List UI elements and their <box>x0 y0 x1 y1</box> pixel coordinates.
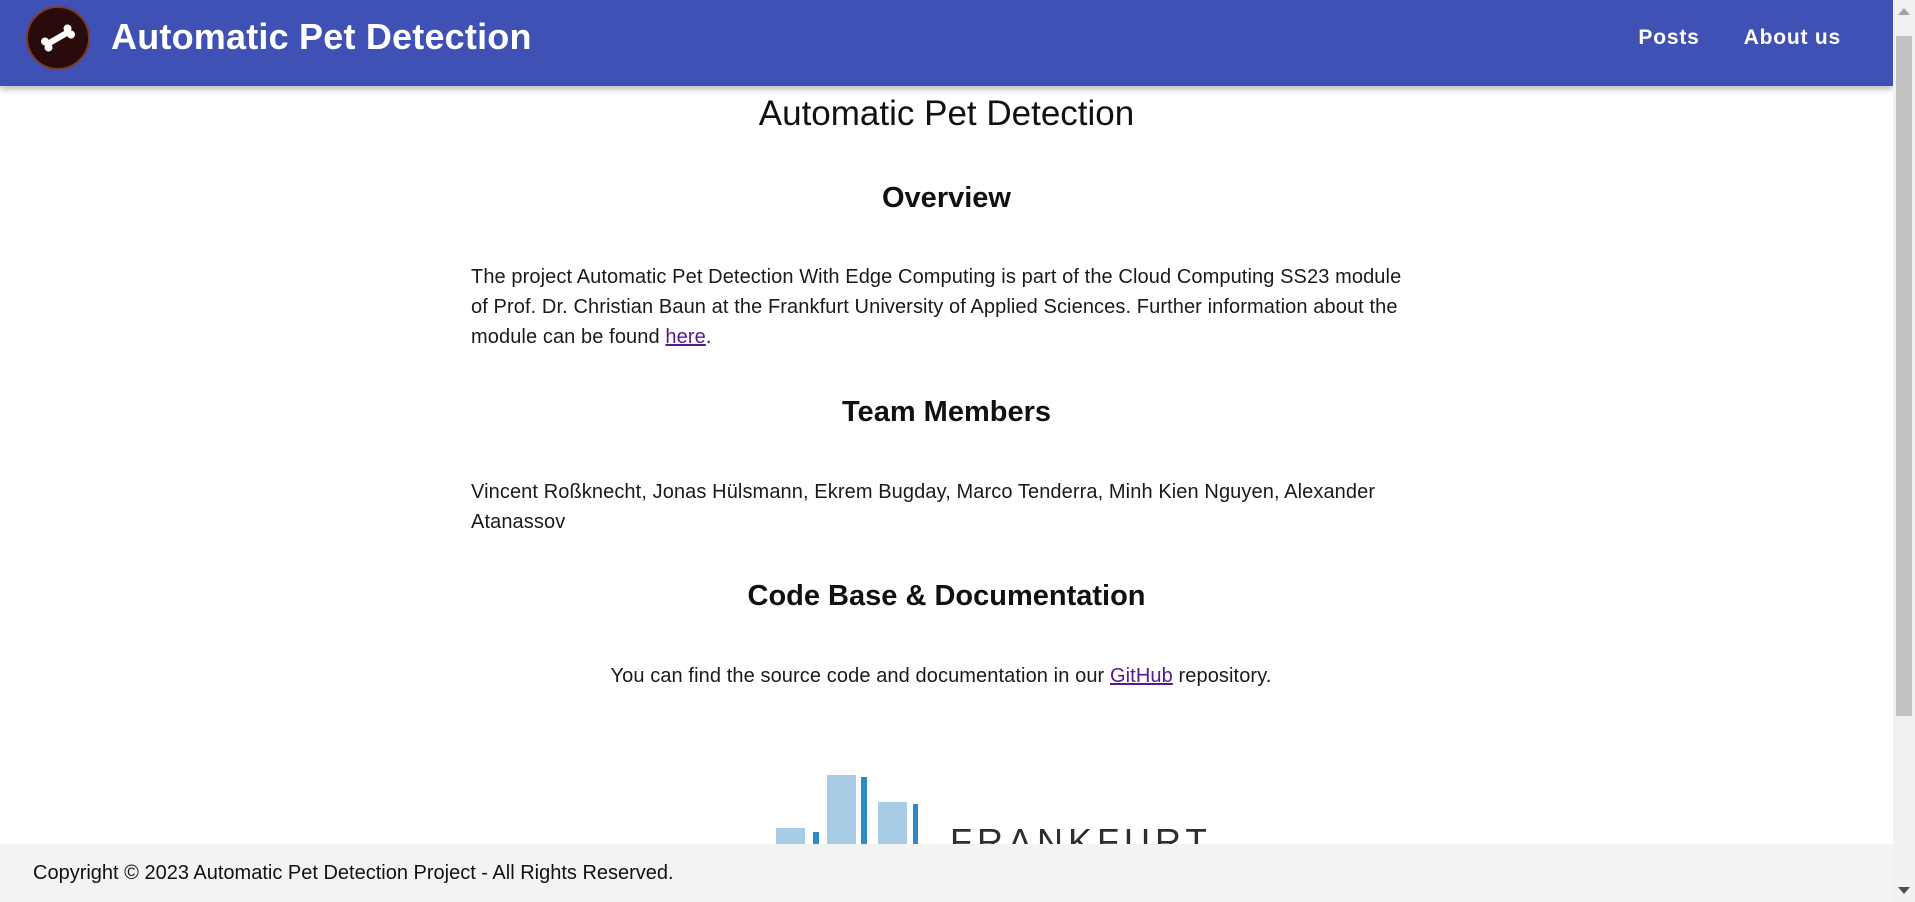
frankfurt-university-logo: FRANKFURT <box>776 775 1206 844</box>
page-title: Automatic Pet Detection <box>758 94 1135 133</box>
footer: Copyright © 2023 Automatic Pet Detection… <box>0 844 1893 902</box>
module-info-link[interactable]: here <box>665 326 705 348</box>
overview-paragraph: The project Automatic Pet Detection With… <box>471 262 1411 352</box>
main-content: Automatic Pet Detection Overview The pro… <box>0 86 1893 844</box>
code-base-heading: Code Base & Documentation <box>747 580 1146 612</box>
scroll-down-icon[interactable] <box>1898 887 1910 894</box>
logo-wordmark: FRANKFURT <box>950 821 1206 844</box>
nav-posts[interactable]: Posts <box>1616 24 1721 52</box>
bone-icon[interactable] <box>26 6 90 70</box>
nav-about-us[interactable]: About us <box>1722 24 1863 52</box>
vertical-scrollbar[interactable] <box>1893 0 1915 902</box>
code-base-paragraph: You can find the source code and documen… <box>471 661 1411 691</box>
scroll-up-icon[interactable] <box>1898 8 1910 15</box>
overview-text: The project Automatic Pet Detection With… <box>471 266 1402 348</box>
overview-text-end: . <box>705 326 712 348</box>
site-brand-title[interactable]: Automatic Pet Detection <box>111 16 532 58</box>
copyright-text: Copyright © 2023 Automatic Pet Detection… <box>33 861 674 884</box>
team-members-list: Vincent Roßknecht, Jonas Hülsmann, Ekrem… <box>471 481 1376 533</box>
top-app-bar: Automatic Pet Detection Posts About us <box>0 0 1893 86</box>
code-base-text: You can find the source code and documen… <box>610 665 1110 687</box>
main-nav: Posts About us <box>1616 24 1863 52</box>
github-link[interactable]: GitHub <box>1110 665 1173 687</box>
code-base-text-end: repository. <box>1172 665 1272 687</box>
scrollbar-thumb[interactable] <box>1896 36 1912 716</box>
overview-heading: Overview <box>882 182 1011 214</box>
team-members-heading: Team Members <box>842 396 1051 428</box>
